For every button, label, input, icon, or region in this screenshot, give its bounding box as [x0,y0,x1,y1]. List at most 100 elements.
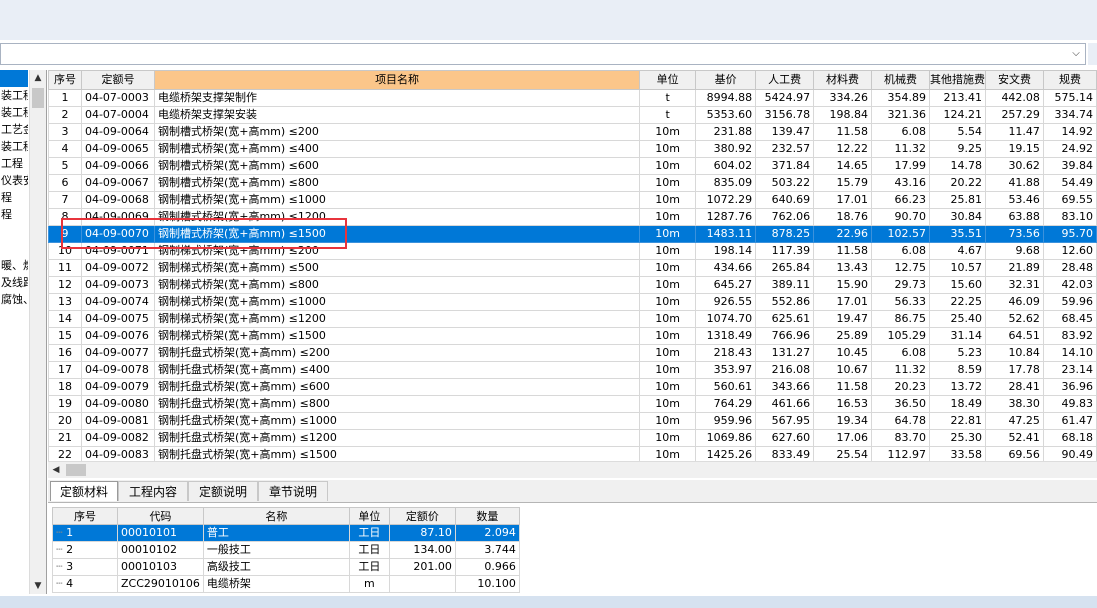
table-cell: 15 [48,327,82,345]
chapter-tree-item[interactable]: 程 [0,189,28,206]
column-header[interactable]: 安文费 [984,70,1044,90]
column-header[interactable]: 定额号 [80,70,155,90]
column-header[interactable]: 序号 [48,70,82,90]
tab-4[interactable]: 章节说明 [258,481,328,501]
column-header[interactable]: 单位 [639,70,697,90]
scroll-down-icon[interactable]: ▼ [30,578,46,594]
material-cell: 0.966 [454,558,520,576]
table-cell: 213.41 [928,89,986,107]
table-row[interactable]: 19 04-09-0080 钢制托盘式桥架(宽+高mm) ≤800 10m 764.29… [48,395,1097,413]
table-row[interactable]: 7 04-09-0068 钢制槽式桥架(宽+高mm) ≤1000 10m 1072.29… [48,191,1097,209]
table-row[interactable]: 12 04-09-0073 钢制梯式桥架(宽+高mm) ≤800 10m 645.27 3… [48,276,1097,294]
table-cell: 1069.86 [695,429,757,447]
tree-vertical-scrollbar[interactable]: ▲ ▼ [29,70,46,594]
table-row[interactable]: 2 04-07-0004 电缆桥架支撑架安装 t 5353.60 3156.78 198.8… [48,106,1097,124]
table-cell: 835.09 [695,174,757,192]
material-column-header[interactable]: 定额价 [388,507,456,525]
chapter-tree-item[interactable] [0,223,28,240]
chapter-tree-item[interactable] [0,70,28,87]
table-row[interactable]: 1 04-07-0003 电缆桥架支撑架制作 t 8994.88 5424.97 334.2… [48,89,1097,107]
scroll-thumb[interactable] [32,88,44,108]
material-column-header[interactable]: 序号 [52,507,118,525]
table-row[interactable]: 10 04-09-0071 钢制梯式桥架(宽+高mm) ≤200 10m 198.14 1… [48,242,1097,260]
column-header[interactable]: 规费 [1042,70,1097,90]
table-cell: 8994.88 [695,89,757,107]
filter-combobox[interactable]: ⌵ [0,43,1086,65]
material-row[interactable]: ┄ 4 ZCC29010106 电缆桥架 m 10.100 [52,575,520,593]
table-cell: 9 [48,225,82,243]
chapter-tree-item[interactable]: 及线路 [0,274,28,291]
combo-side-button[interactable] [1088,43,1097,65]
table-row[interactable]: 3 04-09-0064 钢制槽式桥架(宽+高mm) ≤200 10m 231.88 13… [48,123,1097,141]
table-row[interactable]: 14 04-09-0075 钢制梯式桥架(宽+高mm) ≤1200 10m 1074.7… [48,310,1097,328]
material-column-header[interactable]: 单位 [348,507,390,525]
table-cell: 11.47 [984,123,1044,141]
chapter-tree-item[interactable] [0,240,28,257]
table-row[interactable]: 8 04-09-0069 钢制槽式桥架(宽+高mm) ≤1200 10m 1287.76… [48,208,1097,226]
chapter-tree-item[interactable]: 装工程 [0,87,28,104]
table-cell: 645.27 [695,276,757,294]
table-row[interactable]: 5 04-09-0066 钢制槽式桥架(宽+高mm) ≤600 10m 604.02 37… [48,157,1097,175]
hscroll-thumb[interactable] [66,464,86,476]
table-row[interactable]: 9 04-09-0070 钢制槽式桥架(宽+高mm) ≤1500 10m 1483.11… [48,225,1097,243]
table-cell: 22.81 [928,412,986,430]
material-column-header[interactable]: 数量 [454,507,520,525]
table-cell: 16 [48,344,82,362]
chapter-tree-item[interactable]: 仪表安 [0,172,28,189]
table-cell: 29.73 [871,276,930,294]
material-row[interactable]: ┄ 2 00010102 一般技工 工日 134.00 3.744 [52,541,520,559]
table-row[interactable]: 11 04-09-0072 钢制梯式桥架(宽+高mm) ≤500 10m 434.66 2… [48,259,1097,277]
column-header[interactable]: 人工费 [755,70,815,90]
table-row[interactable]: 16 04-09-0077 钢制托盘式桥架(宽+高mm) ≤200 10m 218.43… [48,344,1097,362]
chapter-tree-item[interactable]: 腐蚀、 [0,291,28,308]
material-row[interactable]: ┄ 1 00010101 普工 工日 87.10 2.094 [52,524,520,542]
table-cell: 926.55 [695,293,757,311]
tab-1[interactable]: 定额材料 [50,481,118,501]
chapter-tree-item[interactable]: 工程 [0,155,28,172]
quota-table: 序号 定额号 项目名称 单位 基价 人工费 材料费 机械费 其他措施费 安文费 规费 1 04-07-… [48,70,1097,464]
table-row[interactable]: 15 04-09-0076 钢制梯式桥架(宽+高mm) ≤1500 10m 1318.4… [48,327,1097,345]
tab-2[interactable]: 工程内容 [118,481,188,501]
table-row[interactable]: 20 04-09-0081 钢制托盘式桥架(宽+高mm) ≤1000 10m 959.9… [48,412,1097,430]
table-cell: 10m [639,225,697,243]
chevron-down-icon[interactable]: ⌵ [1067,44,1085,64]
table-row[interactable]: 13 04-09-0074 钢制梯式桥架(宽+高mm) ≤1000 10m 926.55… [48,293,1097,311]
chapter-tree-item[interactable]: 暖、燃 [0,257,28,274]
table-cell: 10m [639,174,697,192]
chapter-tree-item[interactable]: 工艺金 [0,121,28,138]
table-cell: 04-09-0066 [80,157,155,175]
chapter-tree-item[interactable]: 程 [0,206,28,223]
column-header[interactable]: 基价 [695,70,757,90]
table-cell: 10m [639,259,697,277]
table-cell: 46.09 [984,293,1044,311]
material-column-header[interactable]: 代码 [117,507,204,525]
table-cell: 10m [639,344,697,362]
table-row[interactable]: 6 04-09-0067 钢制槽式桥架(宽+高mm) ≤800 10m 835.09 50… [48,174,1097,192]
scroll-up-icon[interactable]: ▲ [30,70,46,86]
column-header[interactable]: 材料费 [813,70,873,90]
table-cell: 10m [639,310,697,328]
table-cell: 640.69 [755,191,815,209]
table-row[interactable]: 17 04-09-0078 钢制托盘式桥架(宽+高mm) ≤400 10m 353.97… [48,361,1097,379]
tab-3[interactable]: 定额说明 [188,481,258,501]
table-cell: 钢制槽式桥架(宽+高mm) ≤600 [153,157,641,175]
column-header[interactable]: 项目名称 [153,70,641,90]
table-cell: 6.08 [871,123,930,141]
column-header[interactable]: 其他措施费 [928,70,986,90]
chapter-tree-item[interactable]: 装工程 [0,138,28,155]
grid-horizontal-scrollbar[interactable]: ◀ [48,461,1097,478]
table-cell: t [639,89,697,107]
table-cell: 38.30 [984,395,1044,413]
chapter-tree-item[interactable]: 装工程 [0,104,28,121]
table-cell: 钢制槽式桥架(宽+高mm) ≤400 [153,140,641,158]
material-column-header[interactable]: 名称 [202,507,350,525]
table-row[interactable]: 18 04-09-0079 钢制托盘式桥架(宽+高mm) ≤600 10m 560.61… [48,378,1097,396]
table-cell: 6 [48,174,82,192]
table-row[interactable]: 21 04-09-0082 钢制托盘式桥架(宽+高mm) ≤1200 10m 1069.… [48,429,1097,447]
column-header[interactable]: 机械费 [871,70,930,90]
material-cell: 201.00 [388,558,456,576]
scroll-left-icon[interactable]: ◀ [48,462,64,478]
material-row[interactable]: ┄ 3 00010103 高级技工 工日 201.00 0.966 [52,558,520,576]
table-cell: 42.03 [1042,276,1097,294]
table-row[interactable]: 4 04-09-0065 钢制槽式桥架(宽+高mm) ≤400 10m 380.92 23… [48,140,1097,158]
